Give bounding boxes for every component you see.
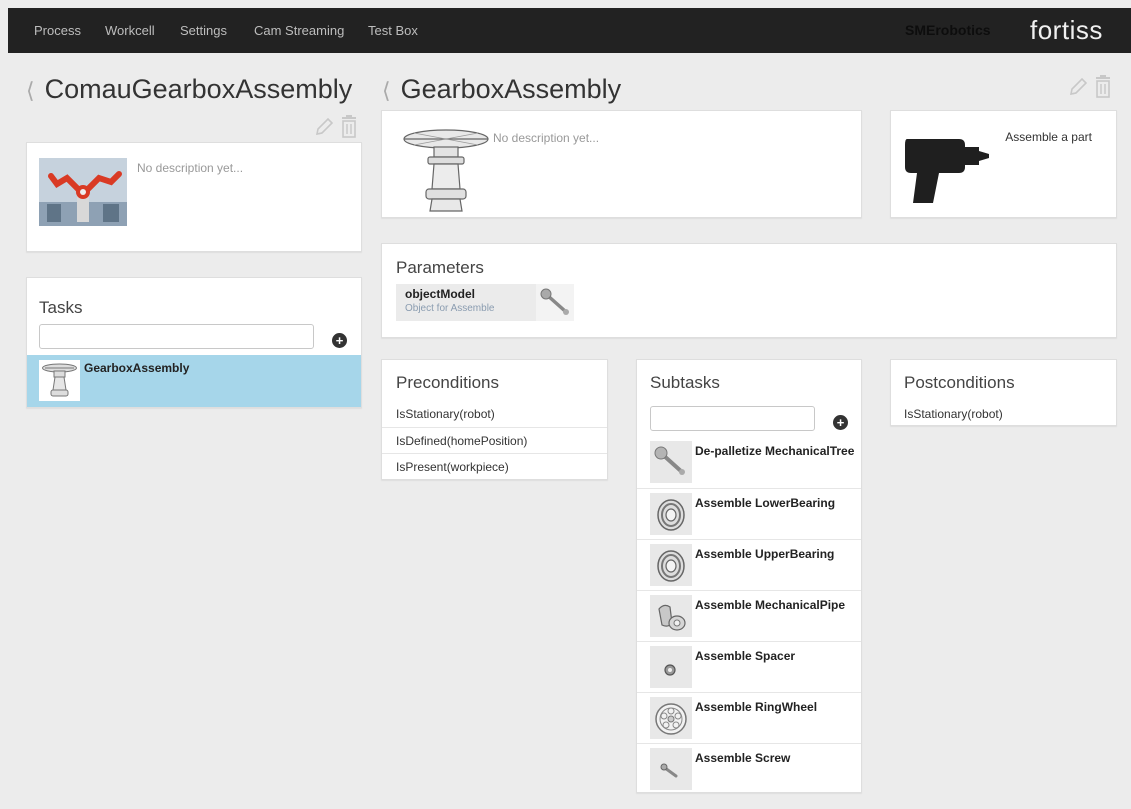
subtask-item[interactable]: Assemble MechanicalPipe <box>637 590 861 641</box>
task-description: No description yet... <box>493 131 600 145</box>
subtasks-search-input[interactable] <box>650 406 815 431</box>
add-subtask-button[interactable]: + <box>833 415 848 430</box>
process-back-icon[interactable]: ⟨ <box>26 78 35 103</box>
process-description-panel: No description yet... <box>26 142 362 252</box>
task-edit-icon[interactable] <box>1067 76 1089 98</box>
subtask-item[interactable]: Assemble Screw <box>637 743 861 794</box>
skill-panel: Assemble a part <box>890 110 1117 218</box>
nav-process[interactable]: Process <box>34 8 81 53</box>
wrench-icon <box>650 441 692 483</box>
screw-icon <box>650 748 692 790</box>
subtask-item[interactable]: Assemble RingWheel <box>637 692 861 743</box>
parameter-description: Object for Assemble <box>405 303 495 314</box>
precondition-item[interactable]: IsPresent(workpiece) <box>382 453 607 479</box>
task-title: GearboxAssembly <box>400 74 622 104</box>
nav-test-box[interactable]: Test Box <box>368 8 418 53</box>
task-delete-icon[interactable] <box>1093 75 1113 99</box>
process-edit-icon[interactable] <box>313 116 335 138</box>
parameter-name: objectModel <box>405 287 476 301</box>
subtask-label: Assemble LowerBearing <box>695 496 836 510</box>
top-navbar: Process Workcell Settings Cam Streaming … <box>8 8 1131 53</box>
process-title: ComauGearboxAssembly <box>44 74 353 104</box>
subtasks-panel: Subtasks + De-palletize MechanicalTree A… <box>636 359 862 793</box>
task-item-label: GearboxAssembly <box>84 361 190 375</box>
postconditions-panel: Postconditions IsStationary(robot) <box>890 359 1117 426</box>
robot-thumbnail <box>39 158 127 226</box>
spacer-icon <box>650 646 692 688</box>
add-task-button[interactable]: + <box>332 333 347 348</box>
precondition-item[interactable]: IsDefined(homePosition) <box>382 427 607 453</box>
subtask-label: Assemble UpperBearing <box>695 547 835 561</box>
bearing-icon <box>650 544 692 586</box>
ring-wheel-icon <box>650 697 692 739</box>
skill-label: Assemble a part <box>1005 130 1092 144</box>
nav-cam-streaming[interactable]: Cam Streaming <box>254 8 344 53</box>
bearing-icon <box>650 493 692 535</box>
subtask-label: Assemble MechanicalPipe <box>695 598 846 612</box>
subtask-item[interactable]: Assemble Spacer <box>637 641 861 692</box>
process-title-heading: ⟨ ComauGearboxAssembly <box>26 74 352 105</box>
task-list-item-selected[interactable]: GearboxAssembly <box>27 355 361 407</box>
postconditions-title: Postconditions <box>904 373 1015 392</box>
process-description: No description yet... <box>137 161 244 175</box>
task-back-icon[interactable]: ⟨ <box>382 78 391 103</box>
subtask-label: De-palletize MechanicalTree <box>695 444 855 458</box>
postcondition-item[interactable]: IsStationary(robot) <box>891 401 1116 427</box>
subtask-item[interactable]: Assemble UpperBearing <box>637 539 861 590</box>
subtask-item[interactable]: Assemble LowerBearing <box>637 488 861 539</box>
tasks-title: Tasks <box>39 298 83 317</box>
preconditions-title: Preconditions <box>396 373 500 392</box>
parameters-title: Parameters <box>396 258 484 277</box>
subtask-label: Assemble RingWheel <box>695 700 818 714</box>
parameter-item[interactable]: objectModel Object for Assemble <box>396 284 574 321</box>
fortiss-logo: fortiss <box>1030 15 1103 45</box>
subtask-label: Assemble Screw <box>695 751 791 765</box>
gearbox-task-thumbnail <box>39 360 80 401</box>
subtasks-title: Subtasks <box>650 373 720 392</box>
drill-icon <box>903 133 993 205</box>
preconditions-panel: Preconditions IsStationary(robot) IsDefi… <box>381 359 608 480</box>
task-description-panel: No description yet... <box>381 110 862 218</box>
parameters-panel: Parameters objectModel Object for Assemb… <box>381 243 1117 338</box>
precondition-item[interactable]: IsStationary(robot) <box>382 401 607 427</box>
process-delete-icon[interactable] <box>339 115 359 139</box>
nav-workcell[interactable]: Workcell <box>105 8 155 53</box>
task-title-heading: ⟨ GearboxAssembly <box>382 74 621 105</box>
tasks-panel: Tasks + GearboxAssembly <box>26 277 362 408</box>
subtask-item[interactable]: De-palletize MechanicalTree <box>637 437 861 488</box>
wrench-icon <box>536 284 574 321</box>
nav-settings[interactable]: Settings <box>180 8 227 53</box>
gearbox-thumbnail <box>396 119 496 215</box>
tasks-search-input[interactable] <box>39 324 314 349</box>
brand-smerobotics[interactable]: SMErobotics <box>905 8 991 53</box>
pipe-icon <box>650 595 692 637</box>
subtask-label: Assemble Spacer <box>695 649 796 663</box>
